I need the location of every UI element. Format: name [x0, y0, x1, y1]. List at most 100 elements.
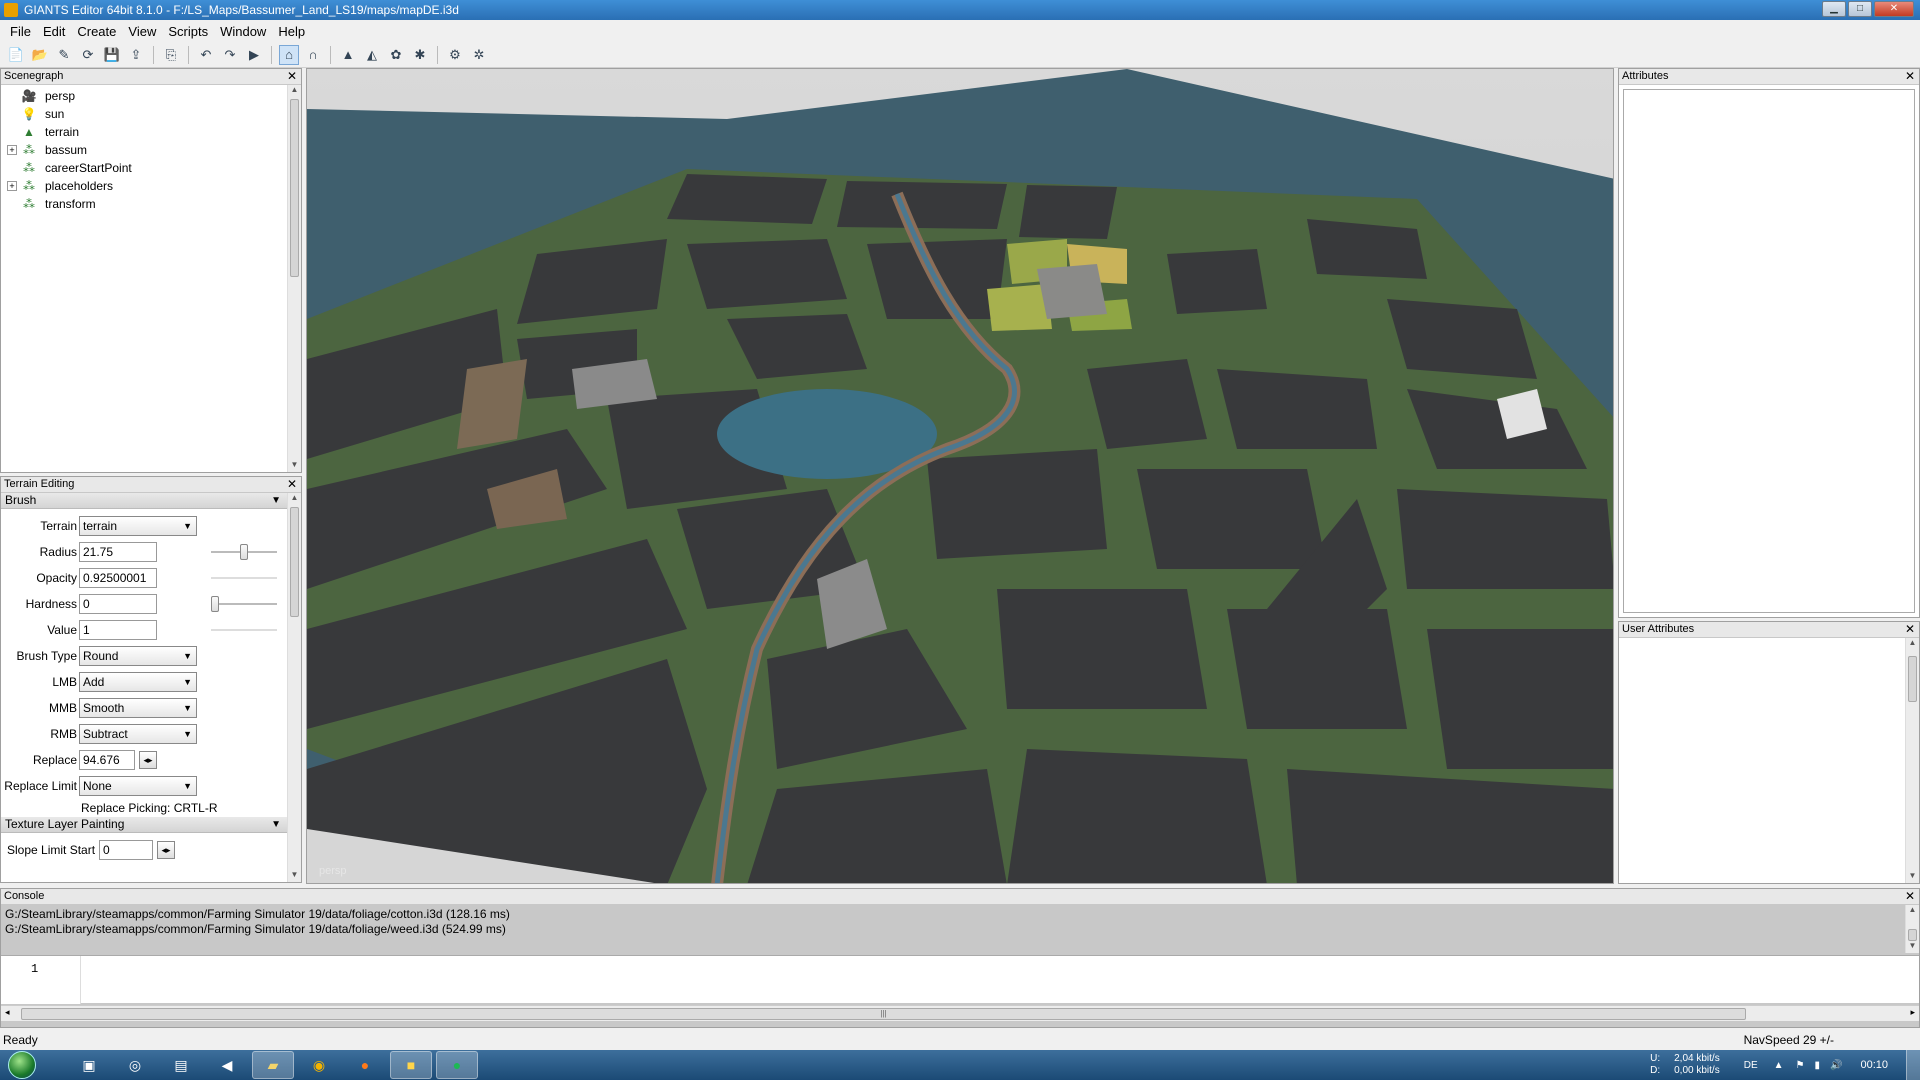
terrain-select[interactable]: terrain ▼	[79, 516, 197, 536]
tree-item-bassum[interactable]: + ⁂ bassum	[7, 141, 301, 159]
close-icon[interactable]: ✕	[1905, 889, 1915, 904]
reload-icon[interactable]: ⟳	[78, 45, 98, 65]
foliage-paint-icon[interactable]: ✿	[386, 45, 406, 65]
script-editor[interactable]: 1	[1, 955, 1919, 1004]
tray-expand-icon[interactable]: ▲	[1774, 1060, 1784, 1071]
decal-paint-icon[interactable]: ✱	[410, 45, 430, 65]
export-icon[interactable]: ⇪	[126, 45, 146, 65]
explorer-icon[interactable]: ▰	[252, 1051, 294, 1079]
opacity-input[interactable]: 0.92500001	[79, 568, 157, 588]
radius-slider-handle[interactable]	[240, 544, 248, 560]
new-file-icon[interactable]: 📄	[6, 45, 26, 65]
scrollbar-thumb[interactable]	[290, 99, 299, 277]
rmb-select[interactable]: Subtract ▼	[79, 724, 197, 744]
tree-item-persp[interactable]: 🎥 persp	[7, 87, 301, 105]
close-icon[interactable]: ✕	[287, 69, 297, 84]
opacity-slider[interactable]	[211, 577, 277, 579]
import-icon[interactable]: ⎘	[161, 45, 181, 65]
hardness-slider[interactable]	[211, 596, 277, 612]
terrain-paint-icon[interactable]: ▲	[338, 45, 358, 65]
scenegraph-scrollbar[interactable]: ▲ ▼	[287, 85, 301, 472]
spotify-icon[interactable]: ●	[436, 1051, 478, 1079]
settings-icon[interactable]: ⚙	[445, 45, 465, 65]
console-hscrollbar[interactable]: ◂ ||| ▸	[1, 1005, 1919, 1021]
minimize-button[interactable]: ▁	[1822, 1, 1846, 17]
maximize-button[interactable]: □	[1848, 1, 1872, 17]
scrollbar-thumb[interactable]	[1908, 656, 1917, 702]
tree-item-placeholders[interactable]: + ⁂ placeholders	[7, 177, 301, 195]
lmb-select[interactable]: Add ▼	[79, 672, 197, 692]
scroll-down-icon[interactable]: ▼	[288, 870, 301, 882]
menu-window[interactable]: Window	[214, 24, 272, 39]
terrain-sculpt-icon[interactable]: ◭	[362, 45, 382, 65]
firefox-icon[interactable]: ●	[344, 1051, 386, 1079]
console-log-scrollbar[interactable]: ▲ ▼	[1905, 905, 1919, 953]
scroll-down-icon[interactable]: ▼	[1906, 871, 1919, 883]
media-icon[interactable]: ◀	[206, 1051, 248, 1079]
save-icon[interactable]: 💾	[102, 45, 122, 65]
brush-section-header[interactable]: Brush ▼	[1, 493, 287, 509]
texture-section-header[interactable]: Texture Layer Painting ▼	[1, 817, 287, 833]
user-attributes-scrollbar[interactable]: ▲ ▼	[1905, 638, 1919, 883]
expand-icon[interactable]: +	[7, 145, 17, 155]
close-icon[interactable]: ✕	[287, 477, 297, 492]
tree-item-sun[interactable]: 💡 sun	[7, 105, 301, 123]
menu-edit[interactable]: Edit	[37, 24, 71, 39]
tree-item-terrain[interactable]: ▲ terrain	[7, 123, 301, 141]
language-indicator[interactable]: DE	[1744, 1060, 1758, 1071]
scroll-down-icon[interactable]: ▼	[288, 460, 301, 472]
move-tool-icon[interactable]: ∩	[303, 45, 323, 65]
replace-input[interactable]: 94.676	[79, 750, 135, 770]
mmb-select[interactable]: Smooth ▼	[79, 698, 197, 718]
3d-viewport[interactable]: persp	[306, 68, 1614, 884]
replace-limit-select[interactable]: None ▼	[79, 776, 197, 796]
edit-icon[interactable]: ✎	[54, 45, 74, 65]
notepad-icon[interactable]: ▤	[160, 1051, 202, 1079]
menu-file[interactable]: File	[4, 24, 37, 39]
scroll-up-icon[interactable]: ▲	[1906, 638, 1919, 650]
pick-value-button[interactable]: ◂▸	[157, 841, 175, 859]
value-slider[interactable]	[211, 629, 277, 631]
close-icon[interactable]: ✕	[1905, 622, 1915, 637]
menu-create[interactable]: Create	[71, 24, 122, 39]
value-input[interactable]: 1	[79, 620, 157, 640]
tree-item-careerstartpoint[interactable]: ⁂ careerStartPoint	[7, 159, 301, 177]
close-icon[interactable]: ✕	[1905, 69, 1915, 84]
play-icon[interactable]: ▶	[244, 45, 264, 65]
hardness-slider-handle[interactable]	[211, 596, 219, 612]
slope-start-input[interactable]: 0	[99, 840, 153, 860]
flag-icon[interactable]: ⚑	[1796, 1060, 1805, 1071]
scrollbar-thumb[interactable]: |||	[21, 1008, 1746, 1020]
terrain-editing-scrollbar[interactable]: ▲ ▼	[287, 493, 301, 882]
brush-type-select[interactable]: Round ▼	[79, 646, 197, 666]
select-tool-icon[interactable]: ⌂	[279, 44, 299, 65]
redo-icon[interactable]: ↷	[220, 45, 240, 65]
volume-icon[interactable]: 🔊	[1830, 1060, 1842, 1071]
collapse-icon[interactable]: ▼	[271, 817, 281, 832]
gear-icon[interactable]: ✲	[469, 45, 489, 65]
outlook-icon[interactable]: ◉	[298, 1051, 340, 1079]
sticky-notes-icon[interactable]: ■	[390, 1051, 432, 1079]
show-desktop-button[interactable]	[1906, 1050, 1920, 1080]
radius-input[interactable]: 21.75	[79, 542, 157, 562]
network-icon[interactable]: ▮	[1815, 1060, 1821, 1071]
scroll-up-icon[interactable]: ▲	[288, 493, 301, 505]
radius-slider[interactable]	[211, 544, 277, 560]
scrollbar-thumb[interactable]	[1908, 929, 1917, 941]
scrollbar-thumb[interactable]	[290, 507, 299, 617]
tree-item-transform[interactable]: ⁂ transform	[7, 195, 301, 213]
scroll-up-icon[interactable]: ▲	[288, 85, 301, 97]
menu-view[interactable]: View	[122, 24, 162, 39]
close-button[interactable]: ✕	[1874, 1, 1914, 17]
scroll-up-icon[interactable]: ▲	[1906, 905, 1919, 917]
scroll-left-icon[interactable]: ◂	[5, 1007, 10, 1018]
scroll-down-icon[interactable]: ▼	[1906, 941, 1919, 953]
menu-help[interactable]: Help	[272, 24, 311, 39]
expand-icon[interactable]: +	[7, 181, 17, 191]
start-button[interactable]	[0, 1050, 44, 1080]
hardness-input[interactable]: 0	[79, 594, 157, 614]
pick-value-button[interactable]: ◂▸	[139, 751, 157, 769]
collapse-icon[interactable]: ▼	[271, 493, 281, 508]
scroll-right-icon[interactable]: ▸	[1910, 1007, 1915, 1018]
steam-icon[interactable]: ◎	[114, 1051, 156, 1079]
